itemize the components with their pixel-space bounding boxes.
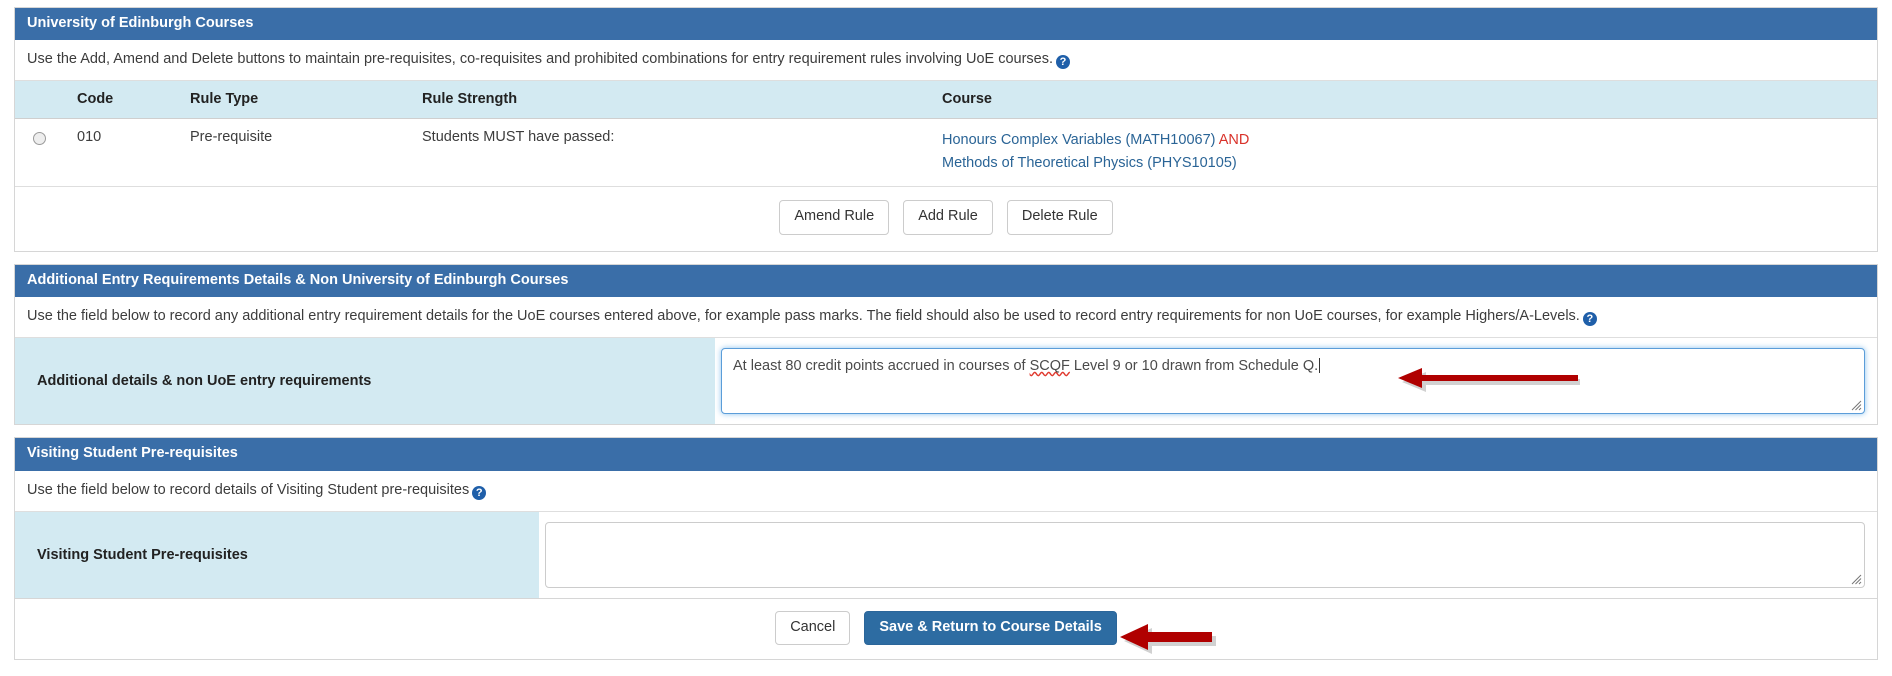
- visiting-student-field-row: Visiting Student Pre-requisites: [15, 511, 1877, 598]
- panel-visiting-student-heading: Visiting Student Pre-requisites: [15, 438, 1877, 471]
- save-and-return-button[interactable]: Save & Return to Course Details: [864, 610, 1117, 645]
- rules-table-header-row: Code Rule Type Rule Strength Course: [15, 81, 1877, 120]
- column-header-rule-type: Rule Type: [184, 81, 416, 120]
- additional-details-control: At least 80 credit points accrued in cou…: [715, 338, 1877, 424]
- course-link-phys10105[interactable]: Methods of Theoretical Physics (PHYS1010…: [942, 155, 1237, 171]
- panel-additional-details-description: Use the field below to record any additi…: [15, 297, 1877, 339]
- resize-handle-icon[interactable]: [1851, 574, 1862, 585]
- visiting-student-control: [539, 512, 1877, 598]
- panel-additional-details-heading: Additional Entry Requirements Details & …: [15, 264, 1877, 298]
- panel-uoe-courses-heading: University of Edinburgh Courses: [15, 8, 1877, 41]
- additional-details-misspelled-word: SCQF: [1029, 358, 1070, 375]
- column-header-course: Course: [936, 81, 1877, 120]
- rule-radio-button[interactable]: [33, 132, 46, 146]
- course-link-math10067[interactable]: Honours Complex Variables (MATH10067): [942, 132, 1215, 148]
- panel-uoe-courses-description: Use the Add, Amend and Delete buttons to…: [15, 40, 1877, 82]
- help-circle-icon[interactable]: ?: [1582, 312, 1597, 327]
- visiting-student-label: Visiting Student Pre-requisites: [15, 511, 539, 598]
- additional-details-textarea[interactable]: At least 80 credit points accrued in cou…: [721, 348, 1865, 415]
- form-footer: Cancel Save & Return to Course Details: [14, 598, 1878, 660]
- additional-details-field-row: Additional details & non UoE entry requi…: [15, 338, 1877, 425]
- resize-handle-icon[interactable]: [1851, 400, 1862, 411]
- cancel-button[interactable]: Cancel: [775, 610, 851, 645]
- course-connector-and: AND: [1218, 132, 1250, 149]
- column-header-rule-strength: Rule Strength: [416, 81, 936, 120]
- text-cursor: [1319, 358, 1321, 374]
- delete-rule-button[interactable]: Delete Rule: [1006, 200, 1113, 235]
- panel-visiting-student: Visiting Student Pre-requisites Use the …: [14, 437, 1878, 599]
- panel-additional-details-description-text: Use the field below to record any additi…: [27, 308, 1580, 325]
- panel-additional-details: Additional Entry Requirements Details & …: [14, 263, 1878, 426]
- column-header-code: Code: [71, 81, 184, 120]
- panel-uoe-courses-description-text: Use the Add, Amend and Delete buttons to…: [27, 51, 1054, 68]
- rule-type: Pre-requisite: [184, 118, 416, 188]
- column-header-select: [15, 81, 71, 120]
- amend-rule-button[interactable]: Amend Rule: [779, 200, 890, 235]
- panel-visiting-student-description-text: Use the field below to record details of…: [27, 481, 470, 498]
- panel-uoe-courses: University of Edinburgh Courses Use the …: [14, 7, 1878, 252]
- rule-select-cell[interactable]: [15, 118, 71, 188]
- table-row: 010 Pre-requisite Students MUST have pas…: [15, 118, 1877, 188]
- rule-action-button-row: Amend Rule Add Rule Delete Rule: [15, 187, 1877, 251]
- help-circle-icon[interactable]: ?: [472, 485, 487, 500]
- panel-visiting-student-description: Use the field below to record details of…: [15, 471, 1877, 512]
- additional-details-text-after: Level 9 or 10 drawn from Schedule Q.: [1069, 358, 1319, 375]
- additional-details-text-before: At least 80 credit points accrued in cou…: [733, 358, 1030, 375]
- entry-requirements-page: University of Edinburgh Courses Use the …: [0, 0, 1892, 676]
- add-rule-button[interactable]: Add Rule: [903, 200, 993, 235]
- rule-strength: Students MUST have passed:: [416, 118, 936, 188]
- rules-table: Code Rule Type Rule Strength Course 010 …: [15, 81, 1877, 188]
- additional-details-label: Additional details & non UoE entry requi…: [15, 338, 715, 425]
- help-circle-icon[interactable]: ?: [1056, 55, 1071, 70]
- rule-code: 010: [71, 118, 184, 188]
- visiting-student-textarea[interactable]: [545, 521, 1865, 588]
- rule-courses: Honours Complex Variables (MATH10067) AN…: [936, 118, 1877, 188]
